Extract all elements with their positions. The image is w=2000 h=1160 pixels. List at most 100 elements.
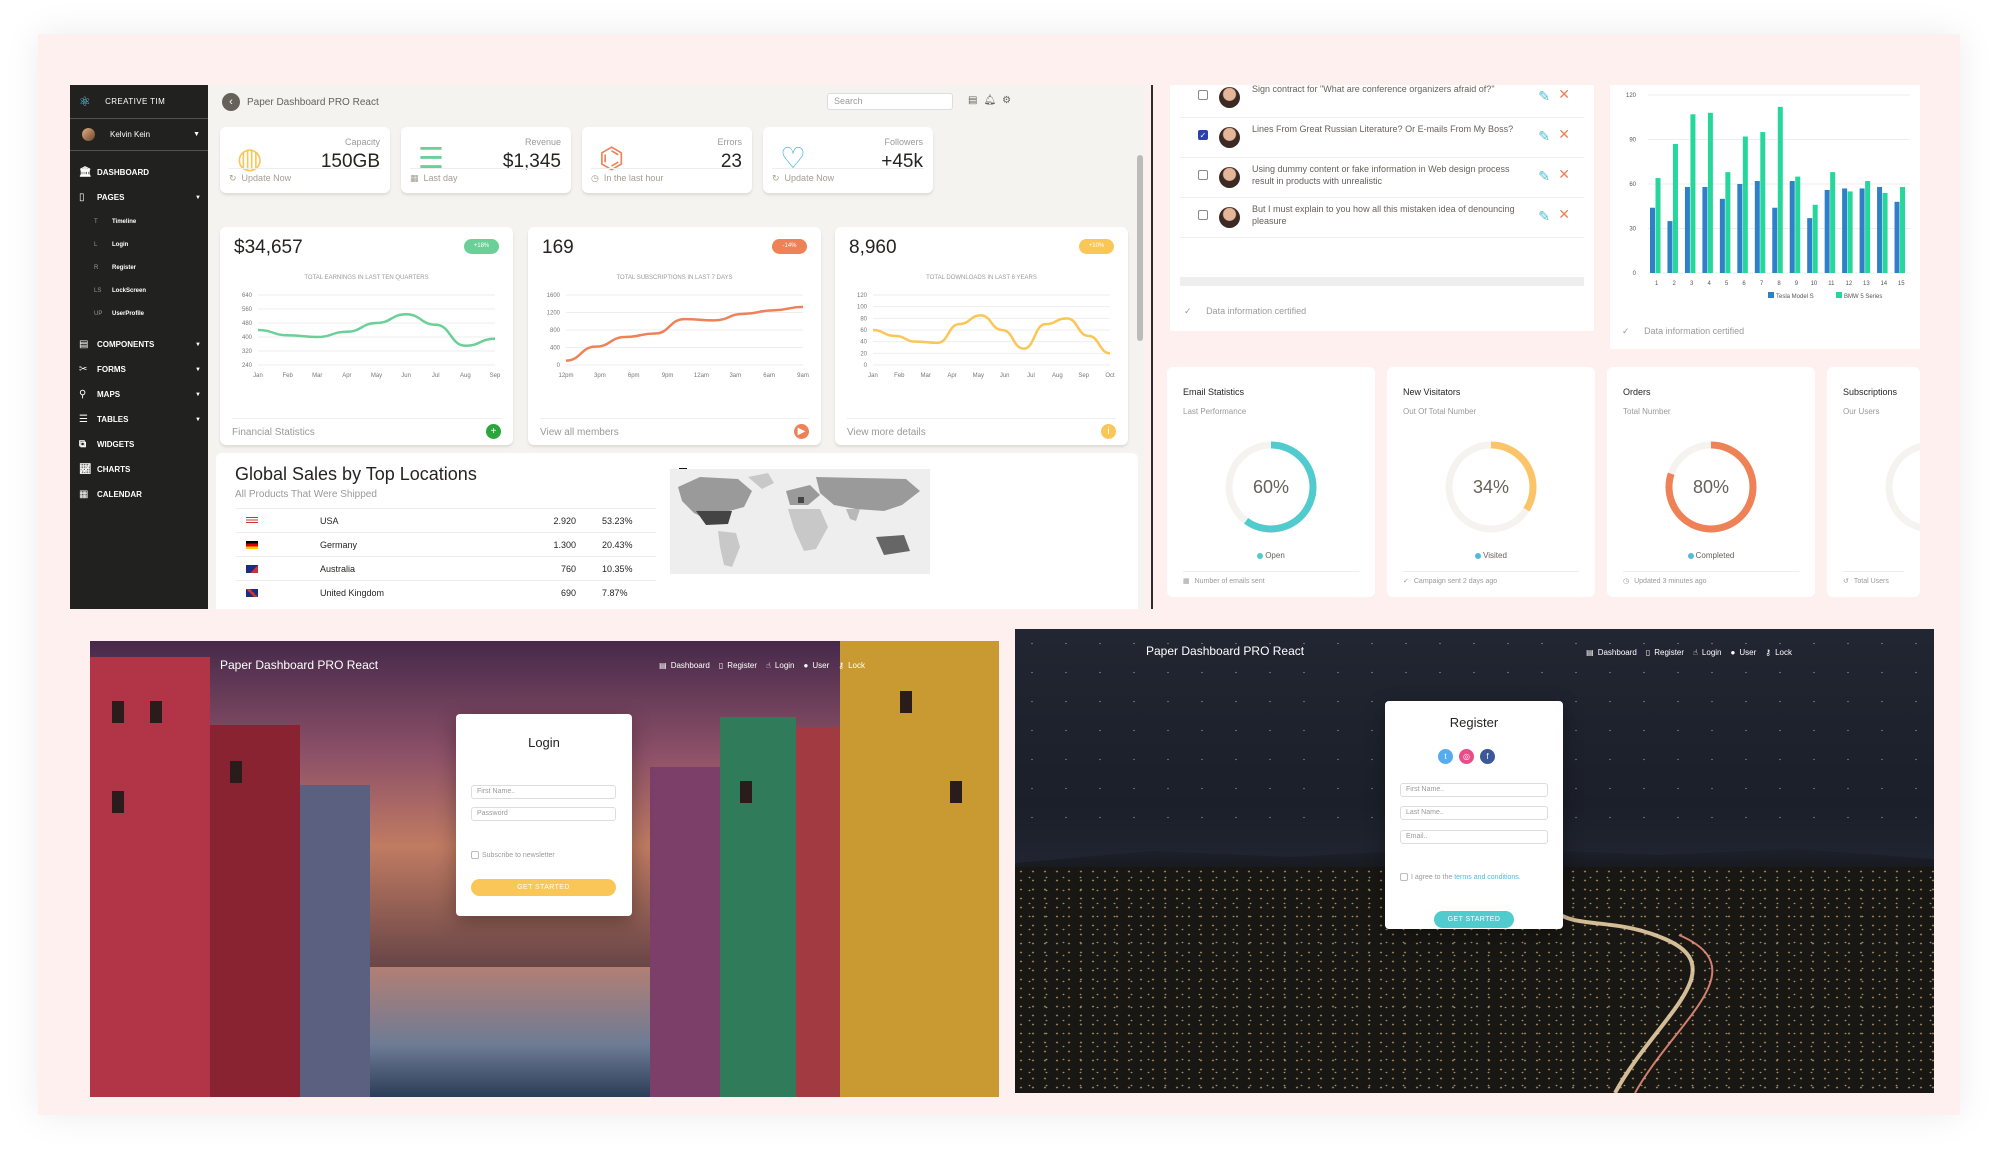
subscribe-label: Subscribe to newsletter [482, 851, 555, 859]
register-brand[interactable]: Paper Dashboard PRO React [1146, 644, 1304, 658]
calendar-icon: ▦ [79, 489, 89, 500]
task-checkbox[interactable] [1198, 170, 1208, 180]
sidebar-subitem-timeline[interactable]: T Timeline [70, 210, 208, 233]
sidebar-item-pages[interactable]: ▯ PAGES ▼ [70, 185, 208, 210]
bell-icon[interactable]: 🔔︎ [983, 95, 996, 106]
sidebar-brand[interactable]: ⚛ CREATIVE TIM [70, 85, 208, 119]
chart-footer[interactable]: View all members ▶ [540, 418, 809, 439]
stat-card: ◍ Capacity 150GB ↻ Update Now [220, 127, 390, 193]
sidebar-item-widgets[interactable]: ⧉ WIDGETS [70, 432, 208, 457]
gear-icon[interactable]: ⚙ [1002, 95, 1011, 106]
y-tick-label: 90 [1629, 138, 1636, 144]
pin-icon: ⚲ [79, 389, 87, 400]
world-subtitle: All Products That Were Shipped [235, 489, 377, 500]
widgets-icon: ⧉ [79, 439, 87, 450]
first-name-field[interactable]: First Name.. [1400, 783, 1548, 797]
sidebar-subitem-login[interactable]: L Login [70, 233, 208, 256]
close-icon[interactable]: ✕ [1558, 126, 1570, 143]
info-icon[interactable]: i [1101, 424, 1116, 439]
login-card: Login First Name.. Password Subscribe to… [456, 714, 632, 916]
pie-title: Email Statistics [1183, 387, 1245, 397]
chart-footer[interactable]: View more details i [847, 418, 1116, 439]
sidebar-item-label: CHARTS [97, 465, 131, 474]
get-started-button[interactable]: GET STARTED [1434, 911, 1514, 928]
navlink-lock[interactable]: ⚷ Lock [1765, 648, 1792, 657]
check-icon: ✓ [1403, 578, 1409, 585]
edit-icon[interactable]: ✎ [1538, 168, 1550, 185]
navlink-dashboard[interactable]: ▤ Dashboard [659, 661, 710, 670]
road-trail-inner [1634, 934, 1714, 1093]
x-tick-label: Mar [312, 373, 322, 379]
bar-tesla [1702, 186, 1708, 273]
check-icon: ✓ [1622, 326, 1630, 336]
vertical-scrollbar[interactable] [1137, 155, 1143, 341]
last-name-field[interactable]: Last Name.. [1400, 806, 1548, 820]
sidebar-item-dashboard[interactable]: 🏛︎ DASHBOARD [70, 160, 208, 185]
edit-icon[interactable]: ✎ [1538, 208, 1550, 225]
bar-tesla [1719, 198, 1725, 273]
navlink-register[interactable]: ▯ Register [1646, 648, 1684, 657]
chart-footer[interactable]: Financial Statistics + [232, 418, 501, 439]
stat-footer[interactable]: ▦ Last day [410, 168, 562, 184]
play-icon[interactable]: ▶ [794, 424, 809, 439]
close-icon[interactable]: ✕ [1558, 166, 1570, 183]
sidebar-subitem-lockscreen[interactable]: LS LockScreen [70, 279, 208, 302]
subscribe-checkbox[interactable]: Subscribe to newsletter [471, 851, 555, 859]
sidebar-item-tables[interactable]: ☰ TABLES ▼ [70, 407, 208, 432]
growth-badge: -14% [772, 239, 807, 254]
plus-icon[interactable]: + [486, 424, 501, 439]
search-input[interactable]: Search [827, 93, 953, 110]
first-name-field[interactable]: First Name.. [471, 785, 616, 799]
terms-link[interactable]: terms and conditions. [1454, 874, 1521, 881]
task-checkbox[interactable] [1198, 210, 1208, 220]
task-checkbox[interactable]: ✓ [1198, 130, 1208, 140]
login-brand[interactable]: Paper Dashboard PRO React [220, 658, 378, 672]
get-started-button[interactable]: GET STARTED [471, 879, 616, 896]
edit-icon[interactable]: ✎ [1538, 128, 1550, 145]
sidebar-user[interactable]: Kelvin Kein ▼ [70, 119, 208, 151]
stat-footer[interactable]: ◷ In the last hour [591, 168, 743, 184]
navlink-user[interactable]: ● User [804, 661, 830, 670]
edit-icon[interactable]: ✎ [1538, 88, 1550, 105]
stat-footer[interactable]: ↻ Update Now [772, 168, 924, 184]
navlink-user[interactable]: ● User [1731, 648, 1757, 657]
horizontal-scrollbar[interactable] [1180, 277, 1584, 286]
back-button[interactable]: ‹ [222, 93, 240, 111]
navlink-login[interactable]: ☝ Login [1693, 648, 1721, 657]
dribbble-icon[interactable]: ◎ [1459, 749, 1474, 764]
checkbox-box[interactable] [471, 851, 479, 859]
pie-legend: Open [1167, 551, 1375, 560]
legend-label: Visited [1483, 551, 1507, 560]
checkbox-box[interactable] [1400, 873, 1408, 881]
donut-chart: 60% [1225, 441, 1317, 533]
flag-icon [246, 540, 258, 549]
navlink-dashboard[interactable]: ▤ Dashboard [1586, 648, 1637, 657]
sidebar-subitem-userprofile[interactable]: UP UserProfile [70, 302, 208, 325]
close-icon[interactable]: ✕ [1558, 206, 1570, 223]
bar-bmw [1777, 106, 1783, 273]
stat-card: ☰ Revenue $1,345 ▦ Last day [401, 127, 571, 193]
layout-icon[interactable]: ▤ [968, 95, 977, 106]
password-field[interactable]: Password [471, 807, 616, 821]
stat-footer[interactable]: ↻ Update Now [229, 168, 381, 184]
close-icon[interactable]: ✕ [1558, 86, 1570, 103]
task-checkbox[interactable] [1198, 90, 1208, 100]
navlink-register[interactable]: ▯ Register [719, 661, 757, 670]
sidebar-item-maps[interactable]: ⚲ MAPS ▼ [70, 382, 208, 407]
sidebar-item-components[interactable]: ▤ COMPONENTS ▼ [70, 332, 208, 357]
terms-checkbox[interactable]: I agree to the terms and conditions. [1400, 873, 1521, 881]
world-map[interactable] [670, 469, 930, 574]
sidebar-item-calendar[interactable]: ▦ CALENDAR [70, 482, 208, 507]
chart-value: 169 [542, 237, 574, 258]
navlink-lock[interactable]: ⚷ Lock [838, 661, 865, 670]
navlink-login[interactable]: ☝ Login [766, 661, 794, 670]
sidebar-subitem-register[interactable]: R Register [70, 256, 208, 279]
social-buttons: t ◎ f [1438, 749, 1495, 764]
twitter-icon[interactable]: t [1438, 749, 1453, 764]
sidebar-item-charts[interactable]: 📈︎ CHARTS [70, 457, 208, 482]
facebook-icon[interactable]: f [1480, 749, 1495, 764]
sidebar-item-forms[interactable]: ✂ FORMS ▼ [70, 357, 208, 382]
email-field[interactable]: Email.. [1400, 830, 1548, 844]
country-name: Australia [320, 563, 356, 574]
